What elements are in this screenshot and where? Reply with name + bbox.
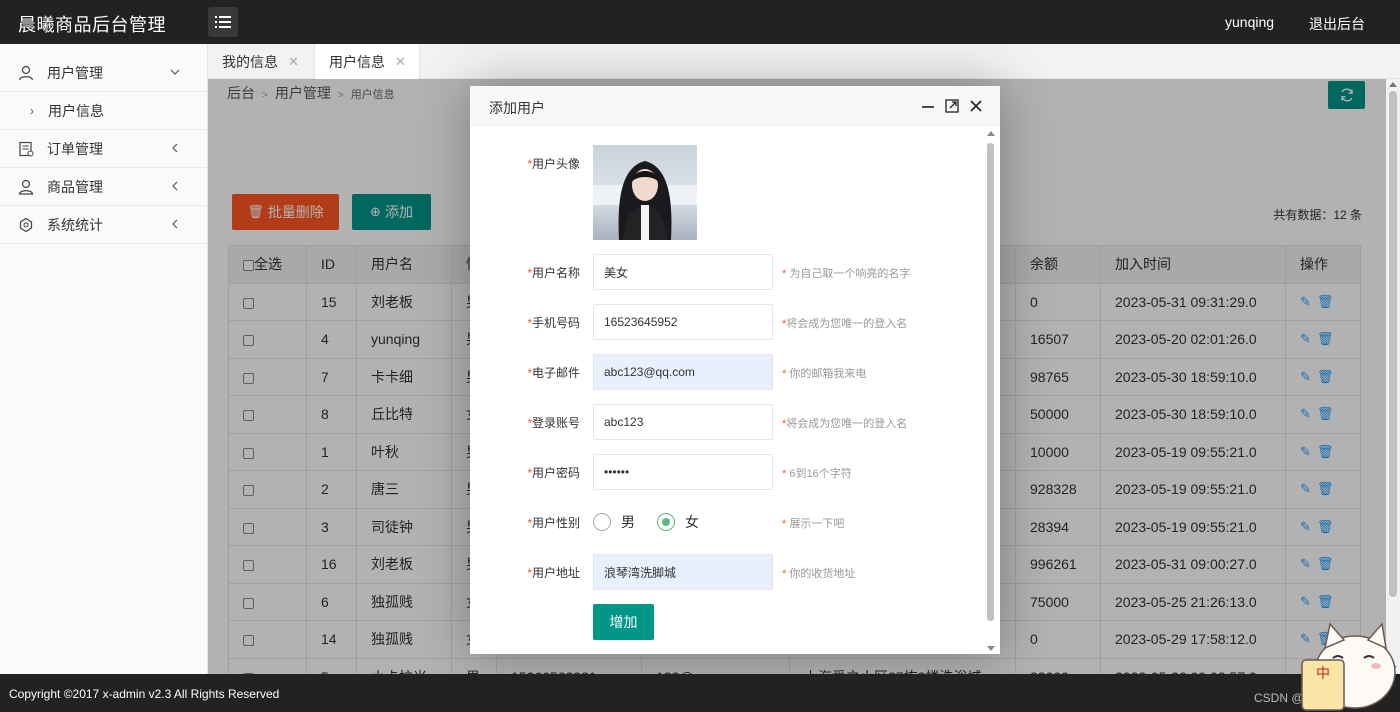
menu-icon (215, 16, 231, 28)
address-label: *用户地址 (527, 566, 580, 580)
address-input[interactable]: 浪琴湾洗脚城 (593, 554, 773, 590)
dialog-title: 添加用户 (489, 100, 545, 116)
add-user-dialog: 添加用户 *用户头像 *用户名称 美女 * 为自己取一个响亮的名字 *手机号码 … (470, 86, 1000, 654)
address-row: *用户地址 浪琴湾洗脚城 * 你的收货地址 (470, 554, 980, 590)
account-label: *登录账号 (527, 416, 580, 430)
sidebar-item-product-management[interactable]: 商品管理 (0, 168, 207, 206)
tab-bar: 我的信息 ✕ 用户信息 ✕ (208, 44, 1400, 80)
chevron-right-icon: › (30, 103, 34, 118)
sidebar-item-label: 系统统计 (47, 216, 103, 233)
dialog-body: *用户头像 *用户名称 美女 * 为自己取一个响亮的名字 *手机号码 16523… (470, 127, 1000, 654)
stats-icon (18, 216, 36, 234)
sidebar-subitem-user-info[interactable]: › 用户信息 (0, 92, 207, 130)
username-input[interactable]: 美女 (593, 254, 773, 290)
avatar-image[interactable] (593, 145, 697, 240)
menu-toggle-button[interactable] (208, 7, 238, 37)
address-hint: * 你的收货地址 (782, 568, 856, 580)
chevron-left-icon (172, 219, 178, 229)
phone-hint: *将会成为您唯一的登入名 (782, 318, 908, 330)
avatar-row: *用户头像 (470, 145, 980, 240)
gender-female-label: 女 (685, 514, 699, 530)
top-header: 晨曦商品后台管理 yunqing 退出后台 (0, 0, 1400, 44)
sidebar: 用户管理 › 用户信息 订单管理 商品管理 系统统计 (0, 44, 208, 674)
sidebar-item-label: 商品管理 (47, 178, 103, 195)
phone-row: *手机号码 16523645952 *将会成为您唯一的登入名 (470, 304, 980, 340)
footer: Copyright ©2017 x-admin v2.3 All Rights … (0, 674, 1400, 712)
account-hint: *将会成为您唯一的登入名 (782, 418, 908, 430)
password-hint: * 6到16个字符 (782, 468, 852, 480)
email-hint: * 你的邮箱我来电 (782, 368, 867, 380)
chevron-down-icon (170, 69, 180, 75)
tab-my-info[interactable]: 我的信息 ✕ (222, 44, 299, 79)
tab-user-info[interactable]: 用户信息 ✕ (314, 44, 420, 80)
maximize-icon[interactable] (944, 98, 960, 114)
chevron-left-icon (172, 143, 178, 153)
sidebar-item-label: 用户管理 (47, 64, 103, 81)
close-icon[interactable]: ✕ (288, 54, 299, 70)
tab-label: 用户信息 (329, 54, 385, 70)
tab-label: 我的信息 (222, 53, 278, 70)
svg-text:中: 中 (1316, 666, 1330, 682)
submit-add-button[interactable]: 增加 (593, 604, 654, 640)
password-input[interactable]: •••••• (593, 454, 773, 490)
cat-mascot-image: 中 (1300, 610, 1400, 712)
phone-input[interactable]: 16523645952 (593, 304, 773, 340)
order-icon (18, 140, 36, 158)
phone-label: *手机号码 (527, 316, 580, 330)
radio-checked-icon (657, 513, 675, 531)
gender-hint: * 展示一下吧 (782, 518, 845, 530)
account-row: *登录账号 abc123 *将会成为您唯一的登入名 (470, 404, 980, 440)
gender-male-radio[interactable]: 男 (593, 512, 635, 532)
sidebar-item-user-management[interactable]: 用户管理 (0, 54, 207, 92)
password-label: *用户密码 (527, 466, 580, 480)
account-input[interactable]: abc123 (593, 404, 773, 440)
username-label: *用户名称 (527, 266, 580, 280)
chevron-left-icon (172, 181, 178, 191)
sidebar-subitem-label: 用户信息 (48, 102, 104, 119)
user-icon (18, 64, 36, 82)
sidebar-item-label: 订单管理 (47, 140, 103, 157)
logout-link[interactable]: 退出后台 (1309, 14, 1365, 34)
email-label: *电子邮件 (527, 366, 580, 380)
minimize-icon[interactable] (920, 98, 936, 114)
email-row: *电子邮件 abc123@qq.com * 你的邮箱我来电 (470, 354, 980, 390)
copyright-text: Copyright ©2017 x-admin v2.3 All Rights … (9, 687, 280, 701)
avatar-label: *用户头像 (527, 157, 580, 171)
current-user-link[interactable]: yunqing (1225, 14, 1274, 30)
radio-unchecked-icon (593, 513, 611, 531)
username-hint: * 为自己取一个响亮的名字 (782, 268, 911, 280)
password-row: *用户密码 •••••• * 6到16个字符 (470, 454, 980, 490)
dialog-scrollbar[interactable] (985, 128, 997, 654)
username-row: *用户名称 美女 * 为自己取一个响亮的名字 (470, 254, 980, 290)
product-icon (18, 178, 36, 196)
sidebar-item-system-stats[interactable]: 系统统计 (0, 206, 207, 244)
close-icon[interactable]: ✕ (395, 54, 406, 70)
dialog-title-bar: 添加用户 (470, 86, 1000, 126)
app-title: 晨曦商品后台管理 (18, 15, 166, 35)
gender-female-radio[interactable]: 女 (657, 512, 699, 532)
gender-male-label: 男 (621, 514, 635, 530)
page-scrollbar[interactable] (1386, 79, 1400, 674)
close-icon[interactable] (968, 98, 984, 114)
sidebar-item-order-management[interactable]: 订单管理 (0, 130, 207, 168)
gender-row: *用户性别 男 女 * 展示一下吧 (470, 504, 980, 540)
gender-label: *用户性别 (527, 516, 580, 530)
email-input[interactable]: abc123@qq.com (593, 354, 773, 390)
